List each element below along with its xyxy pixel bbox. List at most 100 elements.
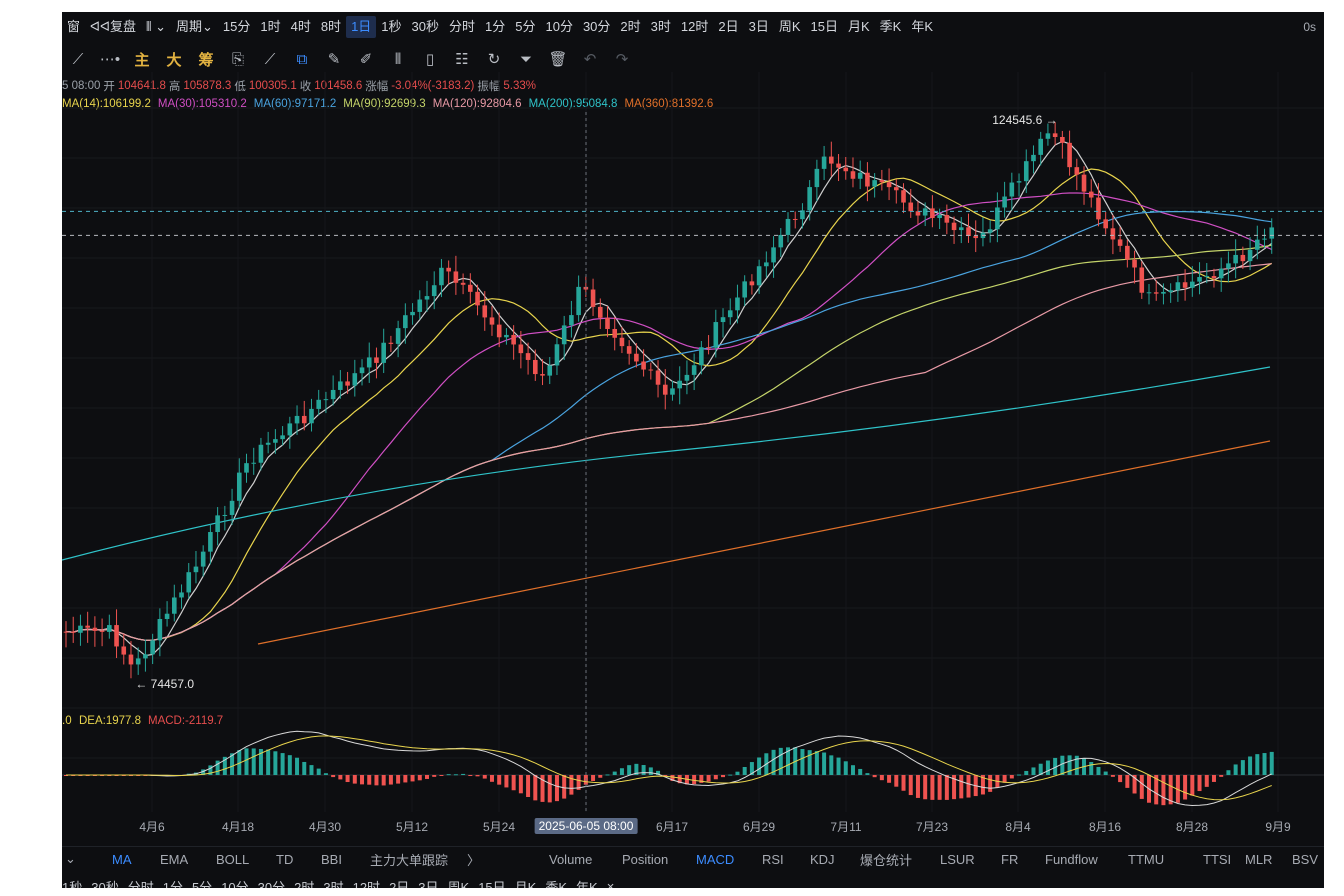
macd-bar	[1183, 775, 1188, 800]
macd-bar	[800, 749, 805, 775]
indicator-tab[interactable]: Volume	[549, 852, 592, 867]
indicator-tab[interactable]: Fundflow	[1045, 852, 1098, 867]
candle-body	[865, 172, 870, 187]
macd-bar	[1045, 760, 1050, 775]
timeframe-item[interactable]: 15日	[478, 877, 505, 889]
candle-body	[843, 167, 849, 172]
indicator-tab[interactable]: RSI	[762, 852, 784, 867]
timeframe-item[interactable]: 季K	[545, 877, 567, 889]
timeframe-item[interactable]: 12时	[353, 877, 380, 889]
indicator-tab[interactable]: KDJ	[810, 852, 835, 867]
date-tick: 4月30	[308, 820, 342, 834]
timeframe-item[interactable]: 1秒	[62, 877, 82, 889]
candle-body	[915, 211, 921, 216]
macd-bar	[1226, 770, 1231, 775]
candle-body	[1052, 133, 1058, 137]
candle-body	[1197, 277, 1202, 282]
candle-body	[944, 214, 950, 223]
macd-bar	[403, 775, 408, 783]
date-tick: 5月12	[395, 820, 429, 834]
candle-body	[908, 202, 914, 212]
timeframe-item[interactable]: 30秒	[91, 877, 118, 889]
candle-body	[785, 218, 791, 235]
timeframe-item[interactable]: 2时	[294, 877, 314, 889]
timeframe-item[interactable]: 10分	[221, 877, 248, 889]
candle-body	[1175, 282, 1181, 291]
indicator-tab[interactable]: BOLL	[216, 852, 249, 867]
indicator-tab[interactable]: TTSI	[1203, 852, 1231, 867]
low-price-label: ← 74457.0	[135, 677, 194, 691]
indicator-tab[interactable]: 爆仓统计	[860, 850, 912, 869]
candle-body	[1182, 282, 1188, 288]
indicator-tab[interactable]: Position	[622, 852, 668, 867]
macd-bar	[988, 775, 993, 792]
timeframe-item[interactable]: 5分	[192, 877, 212, 889]
indicator-tab[interactable]: FR	[1001, 852, 1018, 867]
timeframe-item[interactable]: 2日	[389, 877, 409, 889]
indicator-tab[interactable]: MA	[112, 852, 132, 867]
date-tick: 8月28	[1175, 820, 1209, 834]
candle-body	[677, 380, 682, 389]
candle-body	[1247, 249, 1253, 262]
candle-body	[1088, 191, 1094, 198]
candle-body	[345, 381, 350, 386]
candle-body	[742, 281, 747, 298]
candle-body	[179, 592, 184, 598]
macd-bar	[591, 775, 596, 782]
macd-bar	[511, 775, 516, 791]
timeframe-item[interactable]: 周K	[448, 877, 470, 889]
macd-bar	[266, 749, 271, 775]
indicator-tab[interactable]: 〉	[467, 850, 480, 869]
candle-body	[121, 646, 127, 655]
candle-body	[540, 374, 545, 376]
price-chart[interactable]: .0 DEA:1977.8 MACD:-2119.7 124545.6 → ← 744…	[62, 12, 1324, 818]
timeframe-item[interactable]: 年K	[576, 877, 598, 889]
macd-bar	[641, 765, 646, 775]
candle-body	[446, 267, 451, 272]
macd-bar	[562, 775, 567, 799]
macd-bar	[309, 765, 314, 775]
date-tick: 7月11	[830, 820, 862, 834]
candle-body	[460, 282, 466, 285]
macd-bar	[1031, 767, 1036, 775]
macd-bar	[244, 748, 249, 775]
candle-body	[431, 285, 437, 297]
indicator-tab[interactable]: MLR	[1245, 852, 1272, 867]
candle-body	[135, 658, 141, 665]
timeframe-item[interactable]: 3日	[418, 877, 438, 889]
timeframe-item[interactable]: 3时	[323, 877, 343, 889]
candle-body	[374, 357, 379, 363]
candle-body	[995, 207, 1000, 230]
indicator-tab[interactable]: BSV	[1292, 852, 1318, 867]
candle-body	[634, 353, 639, 362]
candle-body	[316, 399, 321, 409]
indicator-tab[interactable]: ⌄	[65, 851, 76, 867]
indicator-tab[interactable]: 主力大单跟踪	[370, 850, 448, 869]
candle-body	[749, 281, 755, 286]
macd-value: MACD:-2119.7	[148, 715, 223, 727]
timeframe-item[interactable]: 分时	[128, 877, 154, 889]
candle-body	[821, 156, 827, 169]
candle-body	[244, 463, 249, 473]
indicator-tab[interactable]: MACD	[696, 852, 734, 867]
candle-body	[417, 299, 423, 312]
timeframe-item[interactable]: 1分	[163, 877, 183, 889]
timeframe-item[interactable]: ×	[607, 879, 615, 889]
candle-body	[504, 334, 509, 338]
indicator-tab[interactable]: TTMU	[1128, 852, 1164, 867]
indicator-tab[interactable]: LSUR	[940, 852, 975, 867]
timeframe-item[interactable]: 月K	[515, 877, 537, 889]
macd-bar	[735, 771, 740, 775]
macd-bar	[894, 775, 899, 787]
macd-bar	[1233, 764, 1238, 775]
macd-bar	[273, 751, 278, 775]
candle-body	[735, 297, 740, 311]
indicator-tab[interactable]: TD	[276, 852, 293, 867]
date-tick: 8月4	[1005, 820, 1031, 834]
timeframe-item[interactable]: 30分	[258, 877, 285, 889]
indicator-tab[interactable]: BBI	[321, 852, 342, 867]
indicator-tab[interactable]: EMA	[160, 852, 188, 867]
date-tick: 5月24	[482, 820, 516, 834]
macd-bar	[1002, 775, 1007, 783]
macd-bar	[858, 768, 863, 775]
